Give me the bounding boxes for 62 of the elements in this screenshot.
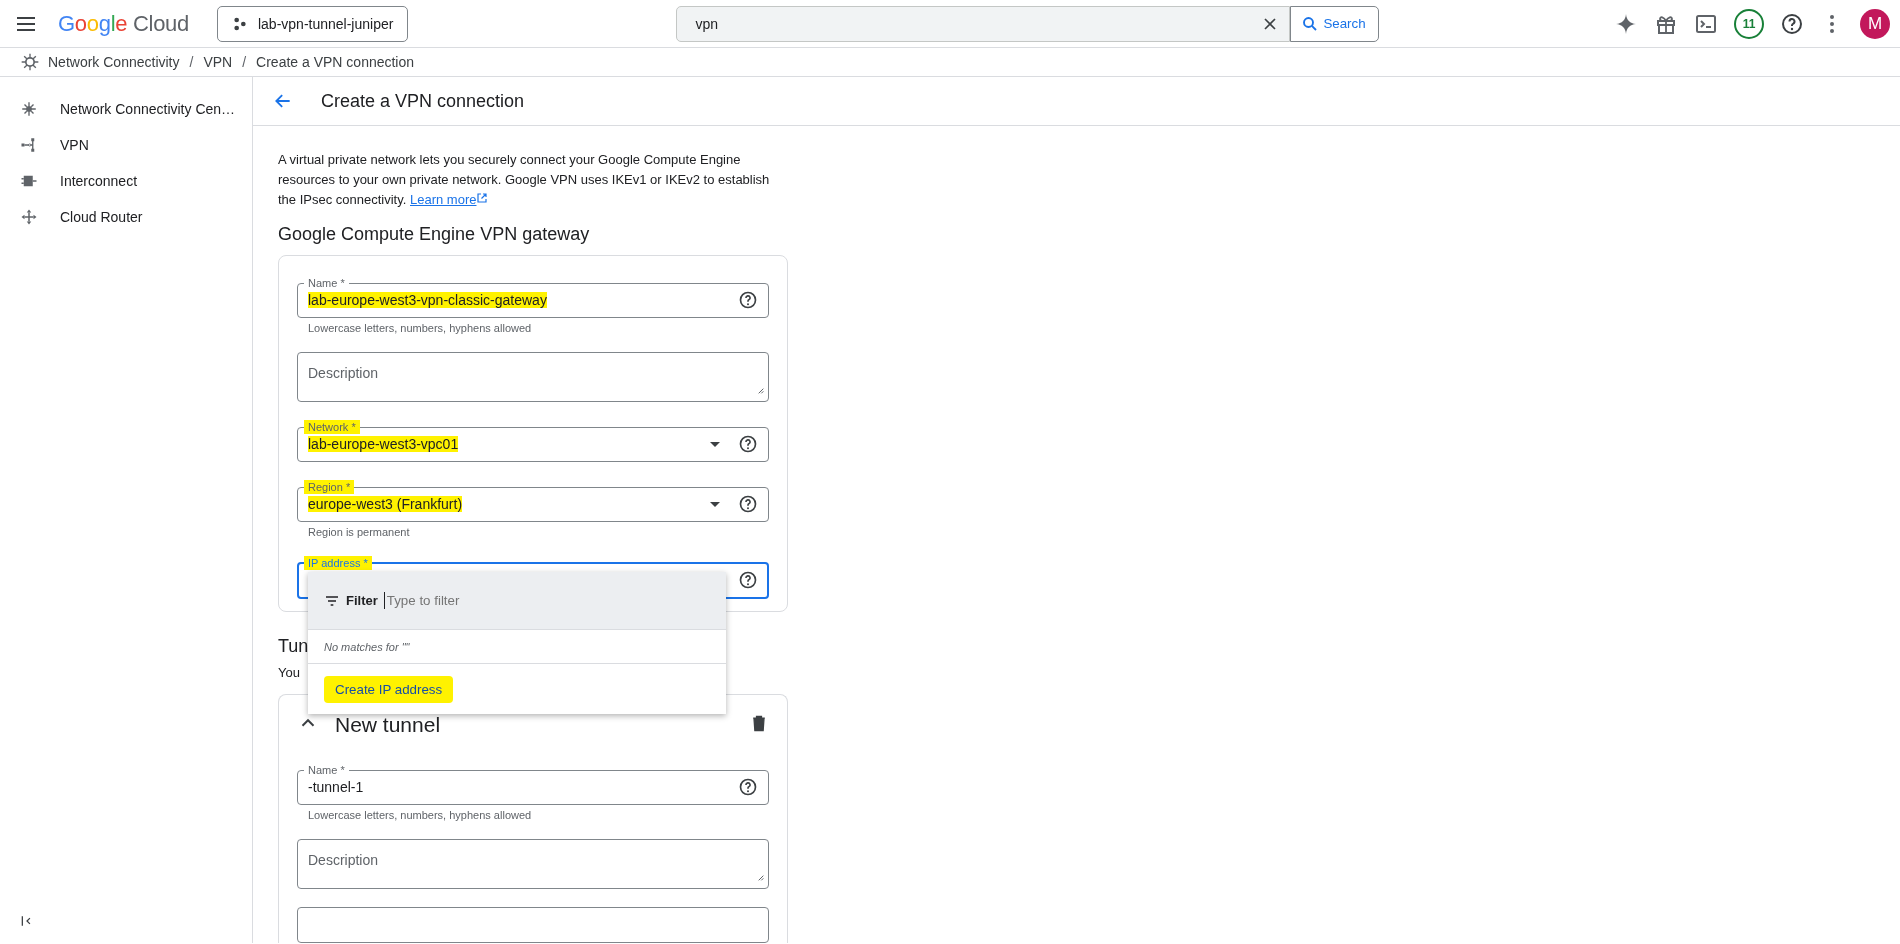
field-hint: Lowercase letters, numbers, hyphens allowed [307, 321, 533, 334]
sidebar-item[interactable]: Interconnect [0, 163, 252, 199]
help-icon[interactable] [738, 570, 758, 590]
help-icon[interactable] [738, 290, 758, 310]
router-icon [20, 208, 38, 226]
network-hub-icon [20, 100, 38, 118]
search-button[interactable]: Search [1290, 5, 1379, 42]
sidebar-item[interactable]: VPN [0, 127, 252, 163]
filter-label: Filter [346, 593, 378, 608]
section-description: You [278, 665, 300, 680]
field-label: Name * [307, 276, 346, 290]
text-field[interactable]: Name * -tunnel-1 [297, 763, 769, 805]
create-ip-address-button[interactable]: Create IP address [324, 675, 454, 703]
help-icon[interactable] [738, 434, 758, 454]
sidebar-item[interactable]: Cloud Router [0, 199, 252, 235]
field-placeholder: Description [308, 365, 380, 381]
help-icon[interactable] [1780, 11, 1804, 36]
breadcrumb-link[interactable]: Network Connectivity [48, 54, 180, 70]
project-selector[interactable]: lab-vpn-tunnel-juniper [216, 5, 409, 42]
network-hub-icon [20, 52, 40, 72]
field-label: Network * [304, 420, 360, 434]
description-field[interactable]: Description [297, 352, 769, 402]
field-label: Region * [304, 480, 355, 494]
external-link-icon [476, 192, 489, 204]
breadcrumb-separator: / [189, 54, 194, 70]
dropdown-arrow-icon[interactable] [710, 441, 720, 447]
intro-text: A virtual private network lets you securely connect your Google Compute Engine resources to your own private network. Google VPN uses IKEv1 or IKEv2 to establish the IPsec connectivity. Learn more [278, 151, 771, 209]
notification-count[interactable]: 11 [1734, 8, 1764, 39]
sidebar-item[interactable]: Network Connectivity Cen… [0, 91, 252, 127]
field-placeholder: Description [308, 852, 380, 868]
field-value: europe-west3 (Frankfurt) [308, 496, 463, 512]
learn-more-link[interactable]: Learn more [410, 192, 477, 207]
filter-input[interactable]: Type to filter [383, 592, 689, 609]
dropdown-field[interactable]: Network * lab-europe-west3-vpc01 [297, 420, 769, 462]
section-heading: Google Compute Engine VPN gateway [278, 224, 591, 245]
dropdown-arrow-icon[interactable] [710, 501, 720, 507]
breadcrumb-current: Create a VPN connection [256, 54, 415, 70]
help-icon[interactable] [738, 777, 758, 797]
page-title: Create a VPN connection [321, 90, 525, 112]
avatar[interactable]: M [1860, 8, 1890, 39]
tunnel-title: New tunnel [335, 713, 441, 737]
description-field[interactable]: Description [297, 839, 769, 889]
field-label: IP address * [304, 556, 372, 570]
text-field[interactable] [297, 907, 769, 943]
search-field[interactable]: vpn [676, 5, 1291, 42]
resize-handle-icon [756, 386, 764, 394]
help-icon[interactable] [738, 494, 758, 514]
breadcrumb-link[interactable]: VPN [203, 54, 233, 70]
field-value: -tunnel-1 [308, 779, 364, 795]
field-value: lab-europe-west3-vpn-classic-gateway [308, 292, 547, 308]
breadcrumb-separator: / [242, 54, 247, 70]
google-cloud-logo[interactable]: Google Cloud [58, 10, 189, 37]
empty-message: No matches for "" [308, 630, 726, 664]
dots-icon [231, 15, 248, 32]
text-field[interactable]: Name * lab-europe-west3-vpn-classic-gateway [297, 276, 769, 318]
section-heading: Tun [278, 636, 309, 657]
dropdown-field[interactable]: Region * europe-west3 (Frankfurt) [297, 480, 769, 522]
resize-handle-icon [756, 873, 764, 881]
field-value: lab-europe-west3-vpc01 [308, 436, 459, 452]
field-hint: Region is permanent [307, 525, 411, 538]
field-hint: Lowercase letters, numbers, hyphens allowed [307, 808, 533, 821]
field-label: Name * [307, 763, 346, 777]
